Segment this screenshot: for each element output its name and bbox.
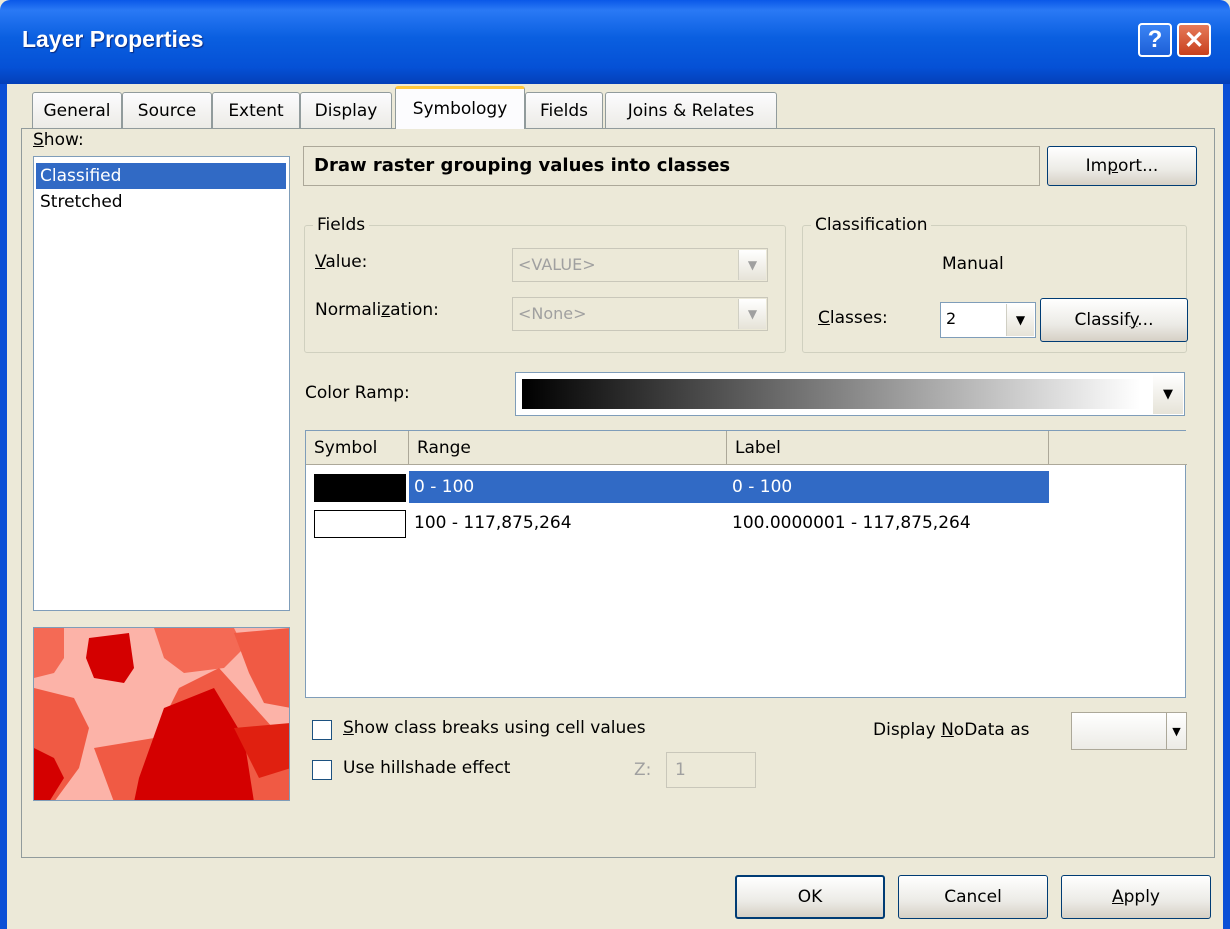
value-field-select[interactable]: <VALUE> ▼	[512, 248, 768, 282]
value-label: Value:	[315, 252, 368, 272]
window-frame-left	[0, 84, 7, 929]
title-bar[interactable]: Layer Properties ? ✕	[0, 0, 1230, 84]
help-icon: ?	[1147, 26, 1163, 53]
show-label: Show:	[33, 130, 84, 150]
hillshade-label: Use hillshade effect	[343, 758, 511, 778]
chevron-down-icon: ▼	[738, 299, 766, 329]
classify-button[interactable]: Classify...	[1040, 298, 1188, 342]
close-icon: ✕	[1183, 26, 1205, 54]
classes-select[interactable]: 2 ▼	[940, 302, 1036, 338]
hillshade-checkbox[interactable]	[312, 760, 332, 780]
range-cell[interactable]: 100 - 117,875,264	[410, 507, 572, 539]
nodata-label: Display NoData as	[873, 720, 1030, 740]
layer-properties-dialog: Layer Properties ? ✕ General Source Exte…	[0, 0, 1230, 929]
classification-legend: Classification	[815, 215, 928, 235]
tab-source[interactable]: Source	[122, 92, 212, 128]
show-item-stretched[interactable]: Stretched	[36, 189, 286, 215]
symbology-preview-image	[33, 627, 290, 801]
normalization-field-select[interactable]: <None> ▼	[512, 297, 768, 331]
tab-joins-relates[interactable]: Joins & Relates	[605, 92, 777, 128]
column-header-range[interactable]: Range	[409, 431, 727, 465]
table-row[interactable]: 100 - 117,875,264 100.0000001 - 117,875,…	[306, 507, 1187, 539]
tab-display[interactable]: Display	[300, 92, 392, 128]
show-class-breaks-checkbox[interactable]	[312, 720, 332, 740]
import-button[interactable]: Import...	[1047, 146, 1197, 186]
fields-group: Fields	[304, 215, 786, 353]
range-cell[interactable]: 0 - 100	[410, 471, 474, 503]
show-list[interactable]: Classified Stretched	[33, 156, 290, 611]
tab-general[interactable]: General	[32, 92, 122, 128]
tab-symbology[interactable]: Symbology	[395, 86, 525, 129]
color-ramp-select[interactable]: ▼	[515, 372, 1185, 416]
color-ramp-label: Color Ramp:	[305, 383, 410, 403]
column-header-symbol[interactable]: Symbol	[306, 431, 409, 465]
column-header-empty	[1049, 431, 1187, 465]
show-item-classified[interactable]: Classified	[36, 163, 286, 189]
ok-button[interactable]: OK	[735, 875, 885, 919]
window-frame-right	[1223, 84, 1230, 929]
chevron-down-icon: ▼	[1153, 374, 1183, 414]
close-button[interactable]: ✕	[1177, 23, 1211, 57]
column-header-label[interactable]: Label	[727, 431, 1049, 465]
color-ramp-preview	[522, 379, 1140, 409]
fields-legend: Fields	[317, 215, 366, 235]
label-cell[interactable]: 100.0000001 - 117,875,264	[728, 507, 971, 539]
z-factor-label: Z:	[634, 760, 652, 780]
label-cell[interactable]: 0 - 100	[728, 471, 792, 503]
window-title: Layer Properties	[22, 26, 204, 52]
tab-fields[interactable]: Fields	[525, 92, 603, 128]
table-row[interactable]: 0 - 100 0 - 100	[306, 471, 1187, 503]
renderer-description: Draw raster grouping values into classes	[303, 146, 1040, 186]
tab-extent[interactable]: Extent	[212, 92, 300, 128]
z-factor-input[interactable]: 1	[666, 752, 756, 788]
symbol-swatch[interactable]	[314, 510, 406, 538]
apply-button[interactable]: Apply	[1061, 875, 1211, 919]
cancel-button[interactable]: Cancel	[898, 875, 1048, 919]
chevron-down-icon: ▼	[1166, 713, 1186, 749]
classes-label: Classes:	[818, 308, 888, 328]
show-class-breaks-label: Show class breaks using cell values	[343, 718, 646, 738]
chevron-down-icon: ▼	[738, 250, 766, 280]
normalization-label: Normalization:	[315, 300, 439, 320]
classification-method: Manual	[942, 254, 1004, 274]
help-button[interactable]: ?	[1138, 23, 1172, 57]
classes-table[interactable]: Symbol Range Label 0 - 100 0 - 100 100 -…	[305, 430, 1187, 698]
symbol-swatch[interactable]	[314, 474, 406, 502]
nodata-color-select[interactable]: ▼	[1071, 712, 1187, 750]
chevron-down-icon: ▼	[1006, 304, 1034, 336]
